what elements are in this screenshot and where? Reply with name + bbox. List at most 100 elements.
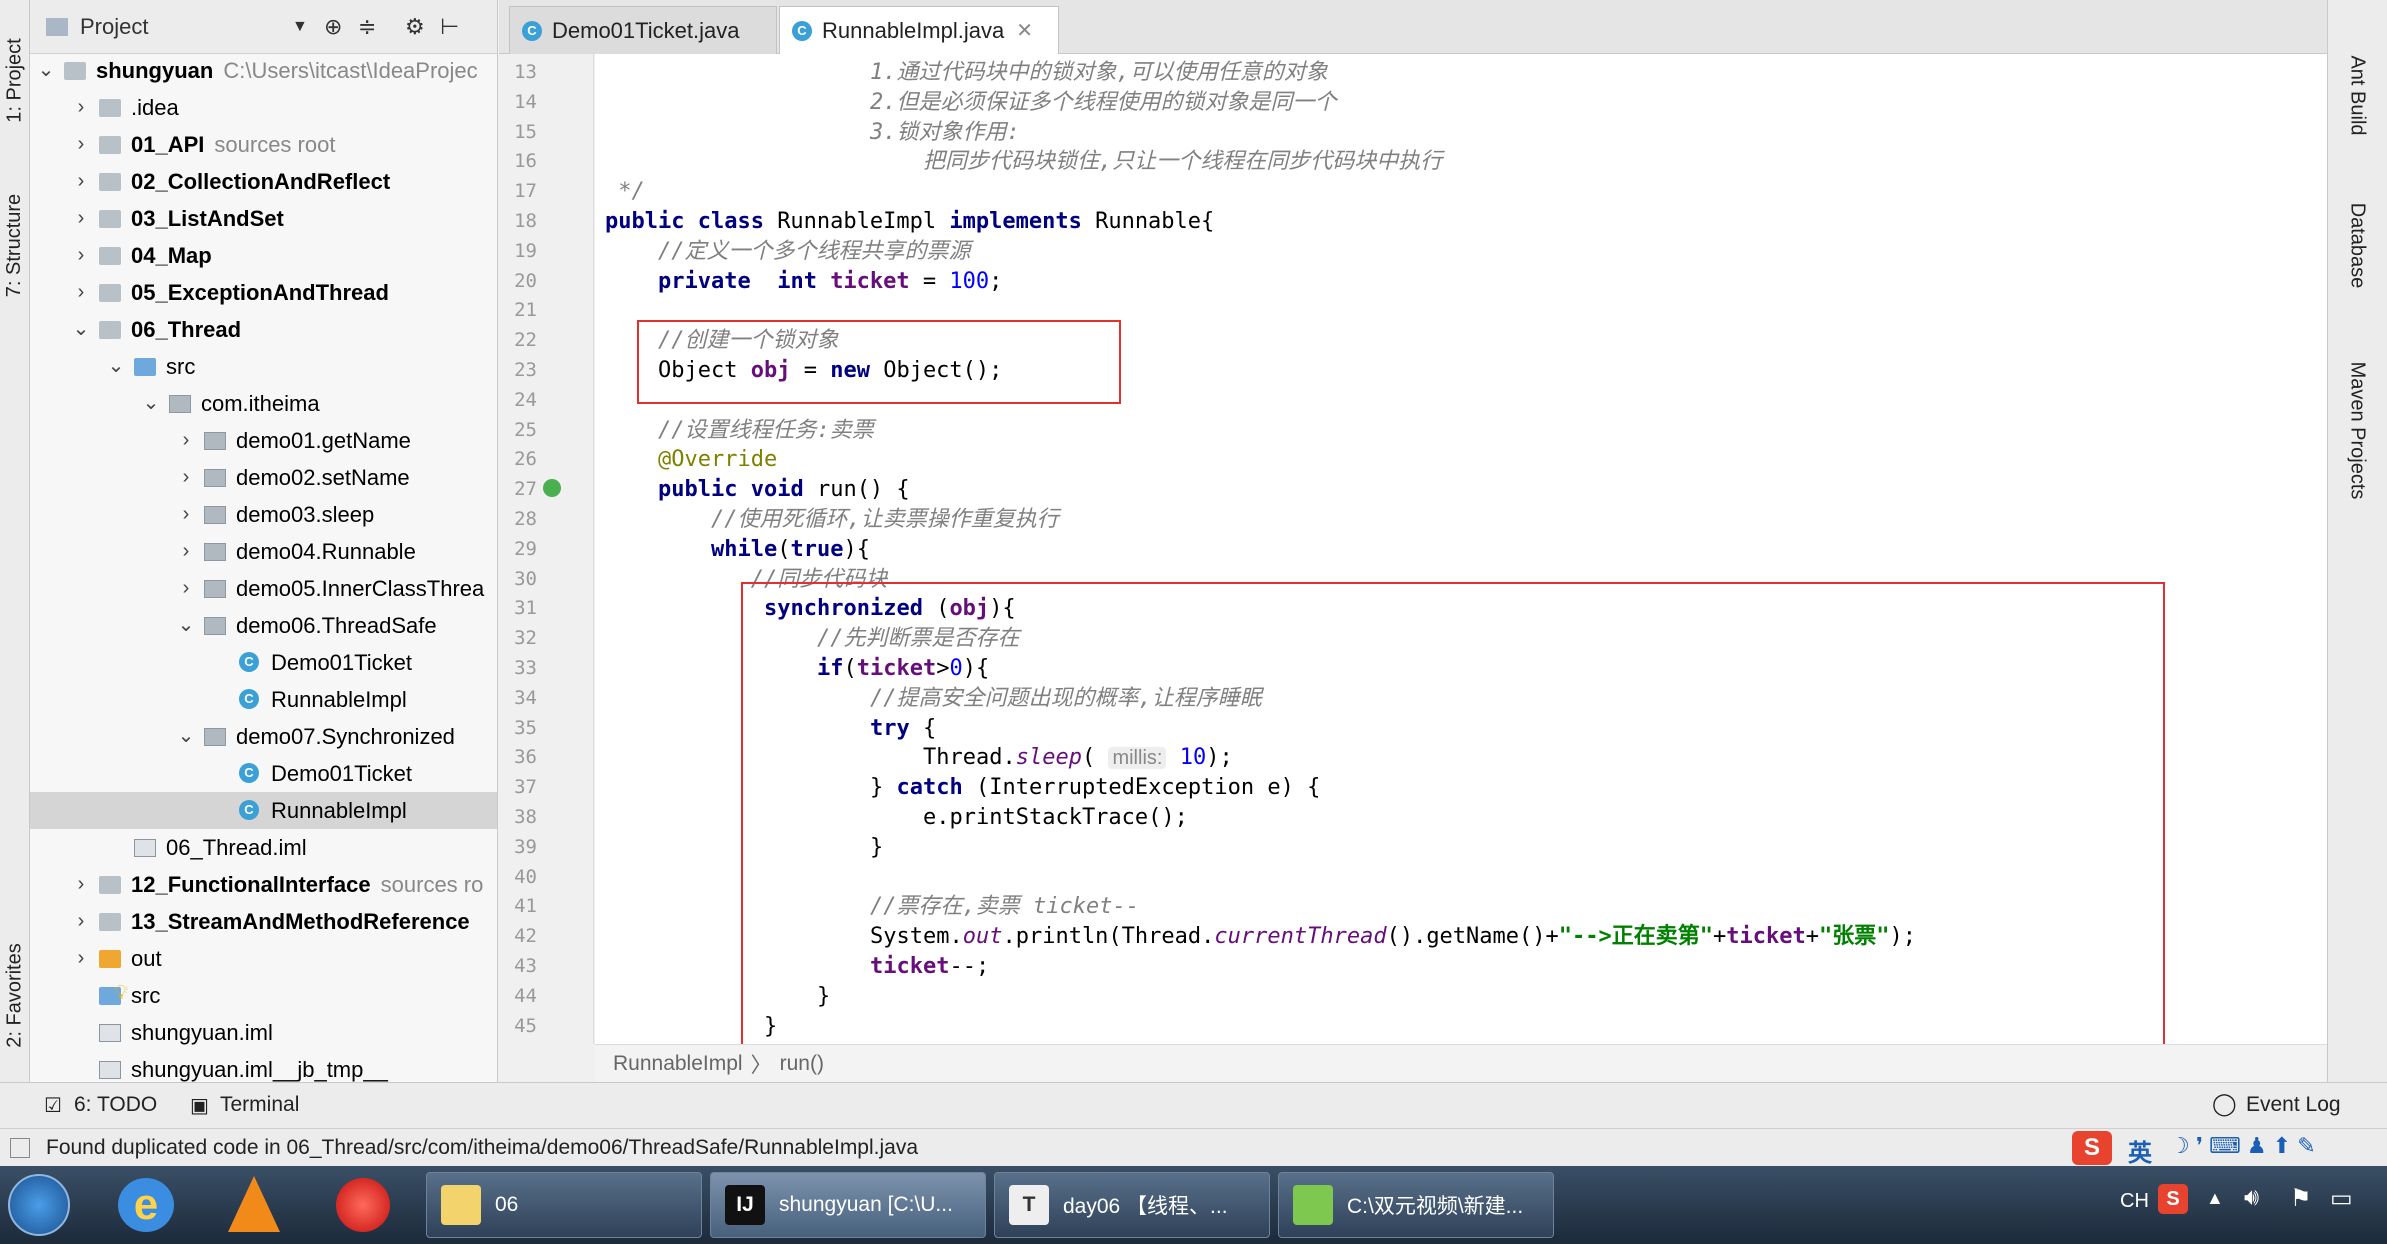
chevron-right-icon[interactable]: ›: [71, 274, 91, 311]
tree-item[interactable]: › 05_ExceptionAndThread: [30, 274, 497, 311]
chevron-right-icon[interactable]: ›: [176, 459, 196, 496]
breadcrumb-class[interactable]: RunnableImpl: [613, 1052, 743, 1076]
start-button[interactable]: [8, 1174, 70, 1236]
vlc-icon[interactable]: [228, 1176, 280, 1232]
sogou-tray-icon[interactable]: S: [2158, 1184, 2188, 1214]
code-editor[interactable]: 1.通过代码块中的锁对象,可以使用任意的对象 2.但是必须保证多个线程使用的锁对象…: [595, 54, 2327, 1044]
tree-item[interactable]: C RunnableImpl: [30, 792, 497, 829]
todo-tool-button[interactable]: 6: TODO: [74, 1093, 157, 1117]
chevron-down-icon[interactable]: ⌄: [141, 385, 161, 422]
maven-projects-tool-tab[interactable]: Maven Projects: [2342, 340, 2372, 520]
tree-item[interactable]: › 13_StreamAndMethodReference: [30, 903, 497, 940]
override-marker-icon[interactable]: [543, 479, 561, 498]
tree-item[interactable]: ⌄ 06_Thread: [30, 311, 497, 348]
tree-item[interactable]: › 01_API sources root: [30, 126, 497, 163]
hide-panel-icon[interactable]: ⊢: [440, 14, 459, 40]
tree-item[interactable]: C RunnableImpl: [30, 681, 497, 718]
line-number: 35: [514, 716, 537, 739]
breadcrumb-method[interactable]: run(): [780, 1052, 824, 1076]
chevron-right-icon[interactable]: ›: [71, 903, 91, 940]
tree-item[interactable]: ⌄ demo06.ThreadSafe: [30, 607, 497, 644]
tree-item-suffix: sources root: [214, 132, 336, 157]
gear-icon[interactable]: ⚙: [405, 14, 425, 40]
chevron-right-icon[interactable]: ›: [71, 126, 91, 163]
tray-expand-icon[interactable]: ▲: [2206, 1188, 2224, 1209]
structure-tool-tab[interactable]: 7: Structure: [0, 170, 30, 320]
terminal-tool-button[interactable]: Terminal: [220, 1093, 299, 1117]
tree-item-label: out: [131, 946, 162, 971]
recorder-icon[interactable]: [336, 1178, 390, 1232]
language-indicator[interactable]: CH: [2120, 1190, 2149, 1213]
chevron-right-icon[interactable]: ›: [71, 163, 91, 200]
project-view-selector[interactable]: Project: [80, 14, 148, 40]
collapse-all-icon[interactable]: ≑: [358, 14, 376, 40]
tab-runnableimpl[interactable]: C RunnableImpl.java ✕: [779, 6, 1059, 54]
tree-item[interactable]: shungyuan.iml__jb_tmp__: [30, 1051, 497, 1082]
tree-item[interactable]: src: [30, 977, 497, 1014]
close-tab-icon[interactable]: ✕: [1016, 18, 1033, 43]
chevron-right-icon[interactable]: ›: [71, 940, 91, 977]
chevron-down-icon[interactable]: ⌄: [71, 311, 91, 348]
tree-item[interactable]: shungyuan.iml: [30, 1014, 497, 1051]
tree-item-label: RunnableImpl: [271, 798, 407, 823]
chevron-down-icon[interactable]: ⌄: [36, 52, 56, 89]
chevron-right-icon[interactable]: ›: [71, 200, 91, 237]
line-number: 28: [514, 508, 537, 530]
taskbar-typora[interactable]: T day06 【线程、...: [994, 1172, 1270, 1238]
chevron-down-icon[interactable]: ▼: [292, 18, 308, 36]
tree-item[interactable]: 06_Thread.iml: [30, 829, 497, 866]
tree-item[interactable]: C Demo01Ticket: [30, 644, 497, 681]
line-number: 21: [514, 299, 537, 322]
line-number: 45: [514, 1014, 537, 1037]
favorites-tool-tab[interactable]: 2: Favorites: [0, 920, 30, 1070]
tree-item[interactable]: › demo01.getName: [30, 422, 497, 459]
code-token: true: [790, 536, 844, 562]
sogou-ime-icon[interactable]: S: [2072, 1131, 2112, 1165]
chevron-right-icon[interactable]: ›: [176, 496, 196, 533]
tree-item[interactable]: › 12_FunctionalInterface sources ro: [30, 866, 497, 903]
chevron-right-icon[interactable]: ›: [176, 570, 196, 607]
folder-icon: [99, 321, 121, 339]
event-log-button[interactable]: Event Log: [2246, 1093, 2341, 1117]
project-tool-tab[interactable]: 1: Project: [0, 10, 30, 150]
locate-icon[interactable]: ⊕: [324, 14, 342, 40]
ime-mode-indicator[interactable]: 英: [2128, 1133, 2152, 1168]
network-icon[interactable]: ⚑: [2290, 1184, 2312, 1213]
tree-item[interactable]: ⌄ demo07.Synchronized: [30, 718, 497, 755]
chevron-down-icon[interactable]: ⌄: [176, 718, 196, 755]
tree-item[interactable]: ⌄ shungyuan C:\Users\itcast\IdeaProjec: [30, 52, 497, 89]
tree-item[interactable]: › demo02.setName: [30, 459, 497, 496]
chevron-right-icon[interactable]: ›: [176, 422, 196, 459]
volume-icon[interactable]: 🔊︎: [2244, 1184, 2259, 1212]
tree-item[interactable]: ⌄ com.itheima: [30, 385, 497, 422]
status-toggle-icon[interactable]: [10, 1137, 30, 1158]
chevron-down-icon[interactable]: ⌄: [176, 607, 196, 644]
chevron-right-icon[interactable]: ›: [71, 237, 91, 274]
chevron-right-icon[interactable]: ›: [71, 89, 91, 126]
tree-item[interactable]: › demo04.Runnable: [30, 533, 497, 570]
line-number: 31: [514, 597, 537, 620]
tab-demo01ticket[interactable]: C Demo01Ticket.java: [509, 6, 777, 54]
internet-explorer-icon[interactable]: e: [118, 1178, 174, 1232]
action-center-icon[interactable]: ▭: [2330, 1184, 2353, 1213]
tree-item[interactable]: ⌄ src: [30, 348, 497, 385]
tree-item[interactable]: › 04_Map: [30, 237, 497, 274]
tree-item[interactable]: › out: [30, 940, 497, 977]
taskbar-intellij[interactable]: IJ shungyuan [C:\U...: [710, 1172, 986, 1238]
chevron-right-icon[interactable]: ›: [71, 866, 91, 903]
tree-item[interactable]: › demo03.sleep: [30, 496, 497, 533]
tree-item[interactable]: › demo05.InnerClassThrea: [30, 570, 497, 607]
tree-item[interactable]: › .idea: [30, 89, 497, 126]
tree-item[interactable]: C Demo01Ticket: [30, 755, 497, 792]
tree-item[interactable]: › 03_ListAndSet: [30, 200, 497, 237]
intention-bulb-icon[interactable]: 💡︎: [114, 982, 128, 1005]
taskbar-folder-06[interactable]: 06: [426, 1172, 702, 1238]
database-tool-tab[interactable]: Database: [2342, 190, 2372, 300]
line-number: 18: [514, 210, 537, 232]
chevron-down-icon[interactable]: ⌄: [106, 348, 126, 385]
taskbar-notepad[interactable]: C:\双元视频\新建...: [1278, 1172, 1554, 1238]
ant-build-tool-tab[interactable]: Ant Build: [2342, 40, 2372, 150]
ime-toolbar-icons[interactable]: ☽ ❜ ⌨ ♟ ⬆ ✎: [2170, 1133, 2316, 1159]
tree-item[interactable]: › 02_CollectionAndReflect: [30, 163, 497, 200]
chevron-right-icon[interactable]: ›: [176, 533, 196, 570]
